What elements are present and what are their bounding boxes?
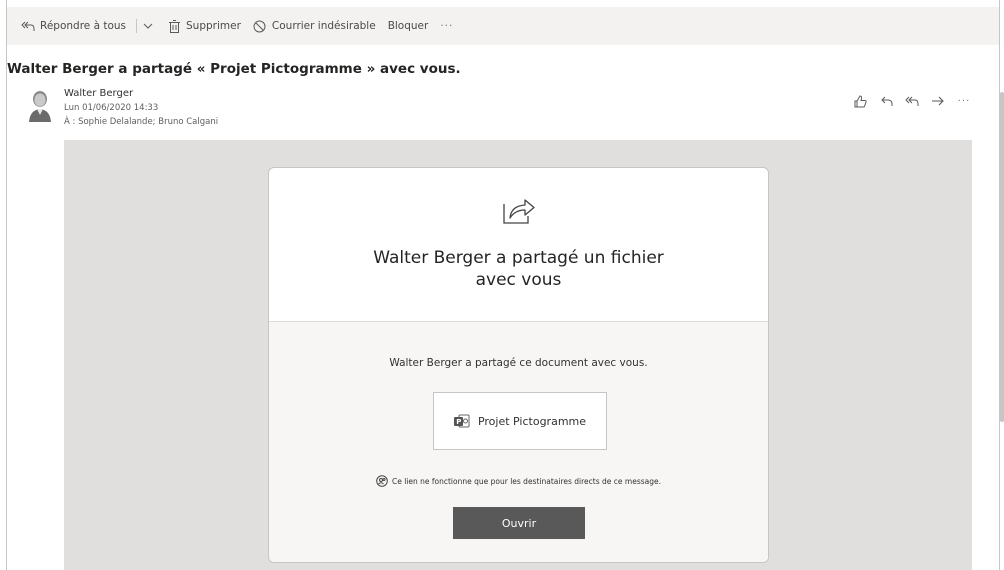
reply-all-icon — [21, 19, 35, 33]
like-icon[interactable] — [853, 94, 867, 108]
reply-all-icon[interactable] — [905, 94, 919, 108]
share-card-header — [269, 168, 768, 322]
message-actions: ··· — [853, 94, 971, 108]
toolbar-divider — [136, 19, 138, 33]
share-message: Walter Berger a partagé ce document avec… — [389, 357, 648, 369]
chevron-down-icon — [141, 19, 155, 33]
reply-all-label: Répondre à tous — [40, 20, 127, 32]
reply-all-button[interactable]: Répondre à tous — [21, 19, 126, 33]
delete-button[interactable]: Supprimer — [167, 19, 241, 33]
more-icon[interactable]: ··· — [957, 94, 971, 108]
people-circle-icon — [376, 475, 388, 487]
note-text: Ce lien ne fonctionne que pour les desti… — [391, 476, 661, 486]
block-circle-icon — [253, 19, 267, 33]
forward-icon[interactable] — [931, 94, 945, 108]
reply-options-dropdown[interactable] — [141, 19, 155, 33]
window-left-border — [6, 0, 7, 570]
share-headline: Walter Berger a partagé un fichier avec … — [269, 247, 768, 291]
reply-icon[interactable] — [879, 94, 893, 108]
headline-line-1: Walter Berger a partagé un fichier — [373, 248, 664, 268]
open-button[interactable]: Ouvrir — [453, 507, 585, 539]
recipients: À : Sophie Delalande; Bruno Calgani — [64, 117, 219, 127]
powerpoint-file-icon: P — [453, 414, 470, 428]
delete-label: Supprimer — [186, 20, 241, 32]
share-card: Walter Berger a partagé un fichier avec … — [268, 167, 769, 563]
junk-label: Courrier indésirable — [271, 20, 376, 32]
junk-button[interactable]: Courrier indésirable — [253, 19, 376, 33]
more-icon: ··· — [440, 20, 454, 32]
sender-name[interactable]: Walter Berger — [64, 88, 133, 99]
headline-line-2: avec vous — [475, 270, 562, 290]
trash-icon — [167, 19, 181, 33]
file-link-button[interactable]: P Projet Pictogramme — [433, 392, 607, 450]
svg-text:P: P — [456, 418, 461, 426]
sent-date: Lun 01/06/2020 14:33 — [64, 103, 159, 113]
share-icon — [501, 194, 537, 226]
email-subject: Walter Berger a partagé « Projet Pictogr… — [7, 61, 461, 77]
block-button[interactable]: Bloquer — [388, 20, 429, 32]
avatar — [26, 88, 54, 122]
more-options-button[interactable]: ··· — [440, 20, 453, 32]
block-label: Bloquer — [387, 20, 429, 32]
file-name: Projet Pictogramme — [477, 414, 587, 428]
scrollbar-thumb[interactable] — [1000, 92, 1004, 422]
message-toolbar: Répondre à tous Supprimer Courrier indés… — [7, 7, 999, 45]
recipient-note: Ce lien ne fonctionne que pour les desti… — [269, 475, 768, 487]
